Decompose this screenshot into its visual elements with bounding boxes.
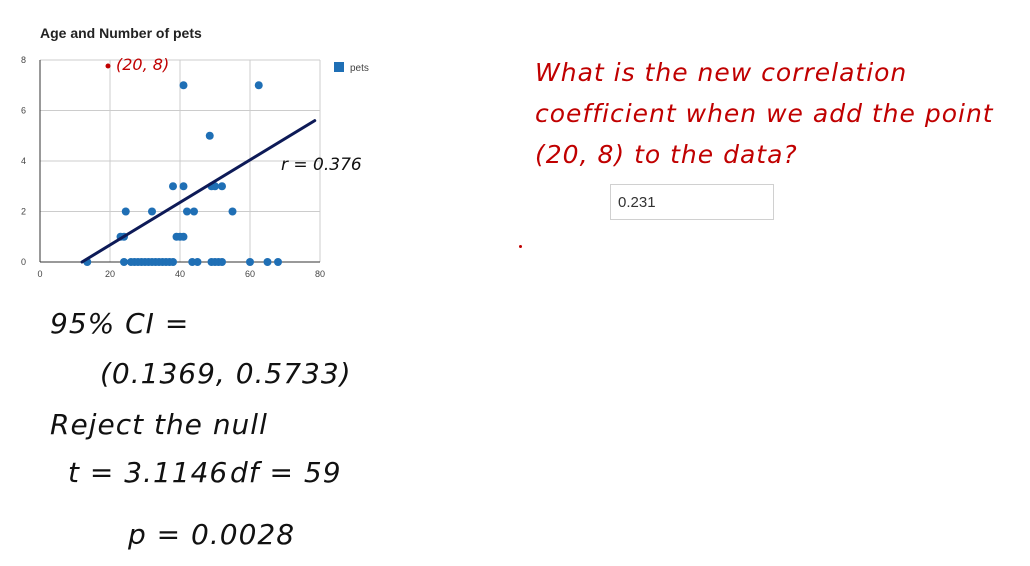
y-tick-label: 4	[21, 156, 26, 166]
x-tick-label: 40	[175, 269, 185, 279]
data-point	[179, 182, 188, 191]
reject-note: Reject the null	[50, 408, 268, 441]
r-value-label: r = 0.376	[281, 155, 362, 175]
y-tick-label: 6	[21, 106, 26, 116]
trend-line	[80, 119, 317, 264]
data-point	[193, 258, 202, 266]
legend-swatch	[334, 62, 344, 72]
ci-label: 95% CI =	[50, 307, 190, 340]
data-point	[183, 207, 191, 216]
y-tick-label: 2	[21, 207, 26, 217]
p-value: p = 0.0028	[128, 518, 296, 551]
answer-input[interactable]	[610, 184, 774, 220]
question-text: What is the new correlation coefficient …	[535, 58, 994, 169]
degrees-of-freedom: df = 59	[230, 456, 342, 489]
data-point	[218, 258, 226, 266]
data-point	[190, 207, 198, 216]
legend-label: pets	[350, 63, 369, 74]
data-point	[179, 232, 188, 241]
data-point	[120, 258, 128, 266]
x-tick-label: 60	[245, 269, 255, 279]
y-tick-label: 0	[21, 257, 26, 267]
scatter-chart: 024680 20 40 60 80pets(20, 8)r = 0.376	[21, 55, 369, 279]
data-point	[246, 258, 254, 266]
data-point	[169, 258, 177, 266]
stray-red-dot	[519, 245, 522, 248]
data-point	[274, 258, 282, 266]
data-point	[121, 207, 130, 216]
data-point	[205, 131, 214, 140]
x-tick-label: 80	[315, 269, 325, 279]
data-point	[148, 207, 156, 216]
data-point	[169, 182, 177, 191]
added-point-marker	[105, 63, 111, 69]
ci-value: (0.1369, 0.5733)	[100, 357, 352, 390]
y-tick-label: 8	[21, 55, 26, 65]
added-point-label: (20, 8)	[116, 55, 169, 74]
data-point	[228, 207, 237, 216]
data-point	[254, 81, 263, 90]
x-tick-label: 20	[105, 269, 115, 279]
data-point	[179, 81, 188, 90]
data-point	[263, 258, 272, 266]
data-point	[218, 182, 226, 191]
t-statistic: t = 3.1146	[68, 456, 229, 489]
x-tick-label: 0	[37, 269, 42, 279]
